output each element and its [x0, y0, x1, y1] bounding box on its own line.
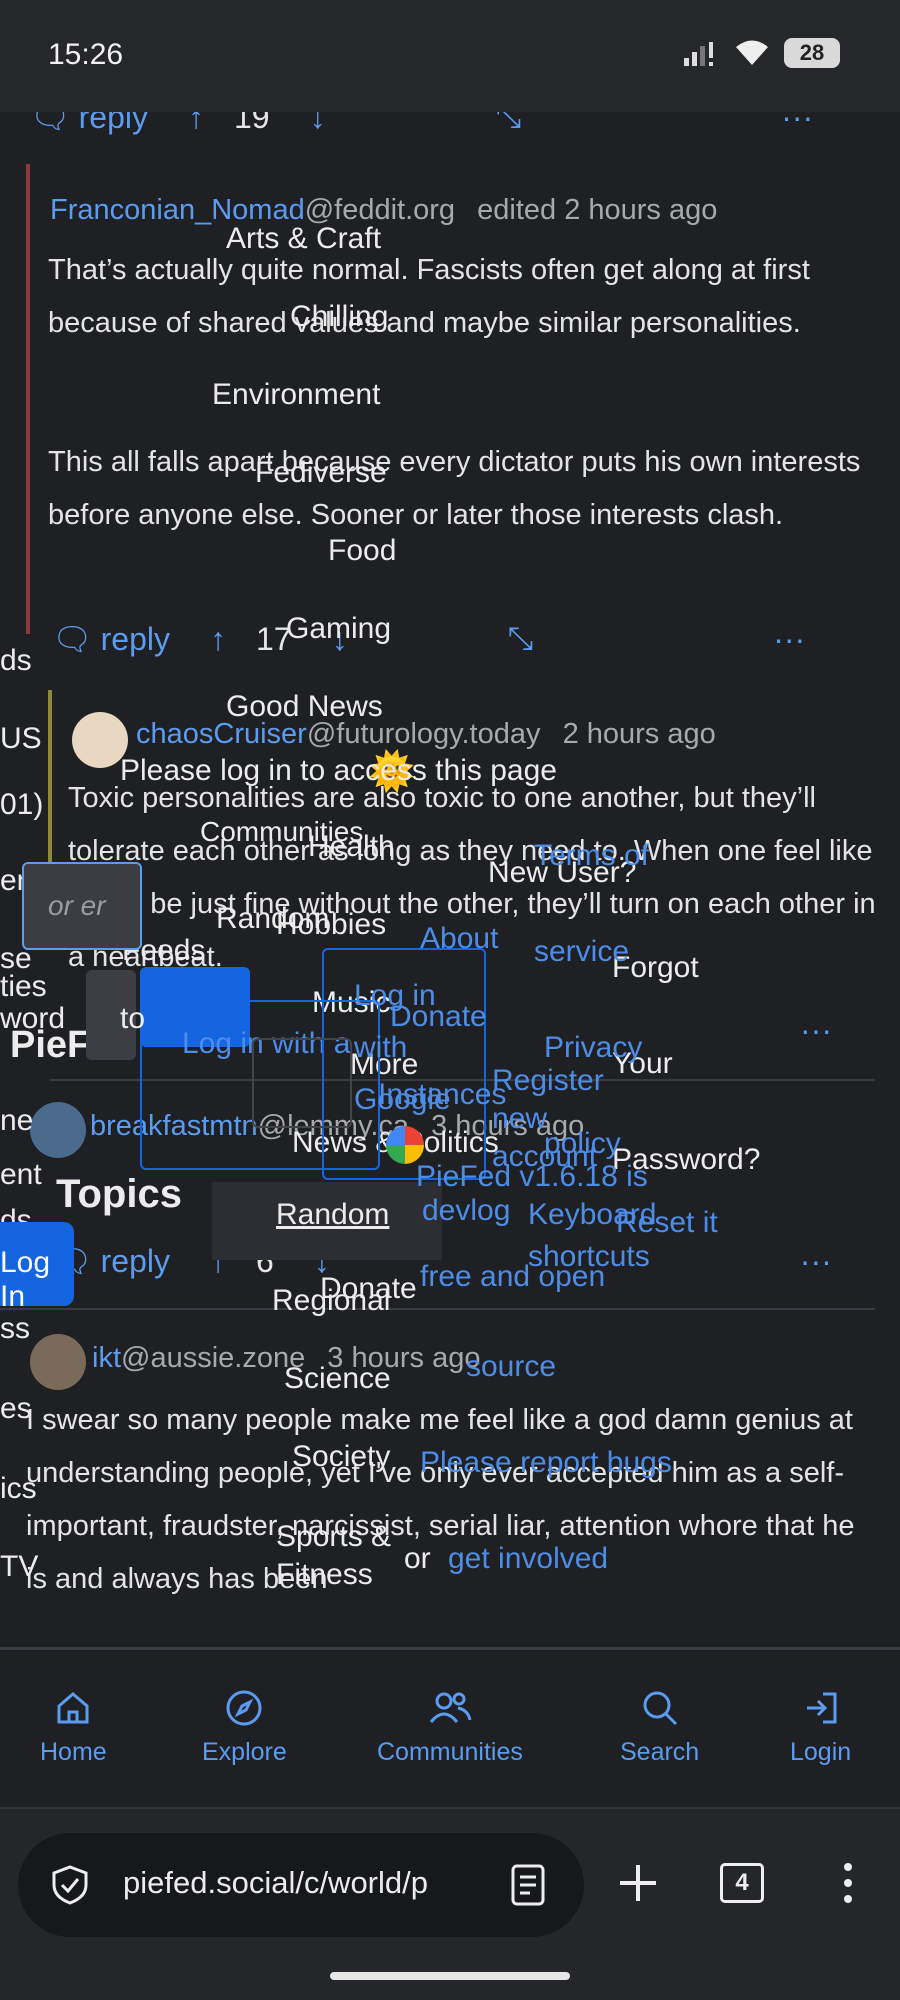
terms-link[interactable]: Terms of service — [534, 808, 674, 1000]
communities-dropdown[interactable]: Communities — [200, 816, 363, 848]
topic-item[interactable]: Good News — [226, 690, 383, 724]
nav-explore[interactable]: Explore — [202, 1688, 287, 1767]
topic-item[interactable]: Food — [328, 534, 396, 568]
random-link[interactable]: Random — [216, 902, 329, 936]
topic-item[interactable]: Arts & Craft — [226, 222, 381, 256]
login-button[interactable]: Log In — [0, 1222, 74, 1313]
comment-thread: 🗨 reply ↑ 19 ↓ ⤡ ··· Franconian_Nomad@fe… — [0, 112, 900, 1647]
search-icon — [643, 1691, 677, 1726]
compass-icon — [226, 1690, 262, 1726]
communities-icon — [429, 1692, 472, 1723]
instances-link[interactable]: Instances — [378, 1078, 506, 1112]
nav-fragment: ss — [0, 1312, 30, 1345]
nav-fragment: ne — [0, 1104, 34, 1137]
bottom-nav: Home Explore Communities Search Login — [0, 1647, 900, 1807]
topic-item[interactable]: Fediverse — [255, 456, 387, 490]
address-bar[interactable]: piefed.social/c/world/p — [18, 1833, 584, 1937]
menu-kebab-icon[interactable] — [838, 1859, 858, 1907]
donate-link[interactable]: Donate — [320, 1272, 417, 1306]
tab-count-button[interactable]: 4 — [720, 1863, 764, 1903]
signal-icon — [684, 42, 713, 66]
reader-mode-icon[interactable] — [510, 1863, 546, 1907]
login-icon — [806, 1692, 837, 1724]
nav-fragment: 01) — [0, 788, 44, 821]
status-time: 15:26 — [48, 38, 124, 71]
home-indicator — [330, 1972, 570, 1980]
shield-icon[interactable] — [48, 1863, 92, 1907]
status-bar: 15:26 28 — [0, 0, 900, 112]
url-text[interactable]: piefed.social/c/world/p — [123, 1865, 478, 1901]
nav-label: Explore — [202, 1738, 287, 1766]
nav-fragment: ics — [0, 1472, 37, 1505]
nav-search[interactable]: Search — [620, 1688, 699, 1767]
nav-login[interactable]: Login — [790, 1688, 851, 1767]
donate-footer-link[interactable]: Donate — [390, 1000, 487, 1034]
topic-item[interactable]: Science — [284, 1362, 391, 1396]
nav-fragment: TV — [0, 1550, 39, 1583]
report-bugs-link[interactable]: Please report bugs — [420, 1446, 672, 1480]
site-logo-text: PieF — [10, 1024, 91, 1066]
home-icon — [57, 1692, 89, 1724]
version-link[interactable]: PieFed v1.6.18 is — [416, 1160, 648, 1194]
or-label: or — [404, 1542, 431, 1575]
nav-fragment: ds — [0, 644, 32, 677]
battery-indicator: 28 — [784, 38, 840, 68]
overlay-menu: Arts & Craft Chilling Environment Fedive… — [0, 112, 900, 1647]
nav-label: Login — [790, 1738, 852, 1766]
devlog-link[interactable]: devlog — [422, 1194, 510, 1228]
wifi-icon — [736, 40, 768, 65]
nav-label: Home — [40, 1738, 107, 1766]
get-involved-link[interactable]: get involved — [448, 1542, 608, 1576]
new-tab-icon[interactable] — [616, 1861, 660, 1905]
status-icons: 28 — [682, 38, 840, 68]
login-prompt: Please log in to access this page — [120, 754, 557, 787]
nav-label: Search — [620, 1738, 700, 1766]
topics-heading: Topics — [56, 1172, 182, 1216]
nav-label: Communities — [377, 1738, 523, 1766]
nav-communities[interactable]: Communities — [377, 1688, 523, 1767]
nav-fragment: ties — [0, 970, 47, 1003]
nav-fragment: ent — [0, 1158, 42, 1191]
random-button[interactable]: Random — [212, 1182, 442, 1260]
about-link[interactable]: About — [420, 922, 498, 956]
to-label: to — [120, 1002, 146, 1035]
topic-item[interactable]: Environment — [212, 378, 380, 412]
username-input[interactable]: or er — [22, 862, 142, 950]
nav-home[interactable]: Home — [40, 1688, 107, 1767]
google-icon — [386, 1126, 424, 1164]
topic-item[interactable]: Society — [292, 1440, 390, 1474]
free-open-link[interactable]: free and open — [420, 1260, 605, 1294]
nav-fragment: es — [0, 1392, 32, 1425]
nav-fragment: US — [0, 722, 42, 755]
topic-item[interactable]: Gaming — [286, 612, 391, 646]
topic-item[interactable]: Chilling — [290, 300, 388, 334]
source-link[interactable]: source — [466, 1350, 556, 1384]
checkbox-frame[interactable] — [252, 1038, 352, 1128]
